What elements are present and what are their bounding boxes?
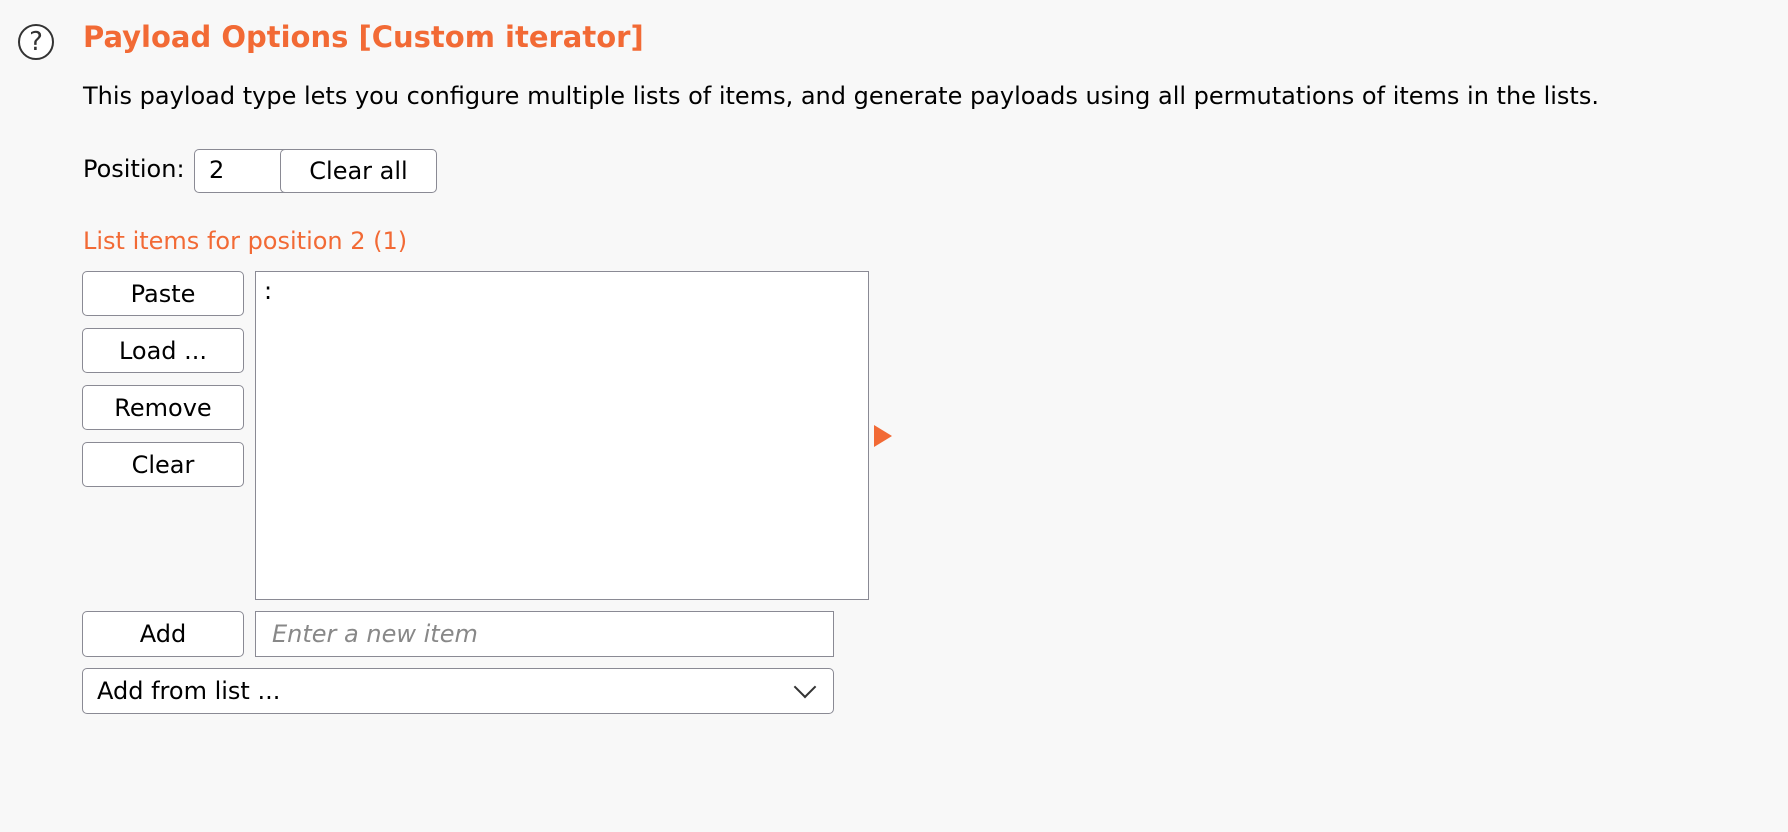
position-label: Position:: [83, 155, 185, 183]
new-item-input[interactable]: [255, 611, 834, 657]
load-button[interactable]: Load ...: [82, 328, 244, 373]
help-icon[interactable]: ?: [18, 24, 54, 60]
chevron-down-icon: [793, 675, 817, 699]
paste-button[interactable]: Paste: [82, 271, 244, 316]
list-item[interactable]: :: [264, 276, 860, 306]
add-button[interactable]: Add: [82, 611, 244, 657]
section-title: Payload Options [Custom iterator]: [83, 20, 644, 54]
clear-button[interactable]: Clear: [82, 442, 244, 487]
remove-button[interactable]: Remove: [82, 385, 244, 430]
add-from-list-label: Add from list ...: [97, 677, 281, 705]
list-items-box[interactable]: :: [255, 271, 869, 600]
add-from-list-dropdown[interactable]: Add from list ...: [82, 668, 834, 714]
payload-options-panel: ? Payload Options [Custom iterator] This…: [0, 0, 1788, 832]
clear-all-button[interactable]: Clear all: [280, 149, 437, 193]
position-select[interactable]: 2: [194, 149, 294, 193]
list-items-title: List items for position 2 (1): [83, 227, 408, 255]
triangle-right-icon[interactable]: [874, 425, 892, 447]
section-description: This payload type lets you configure mul…: [83, 82, 1599, 110]
